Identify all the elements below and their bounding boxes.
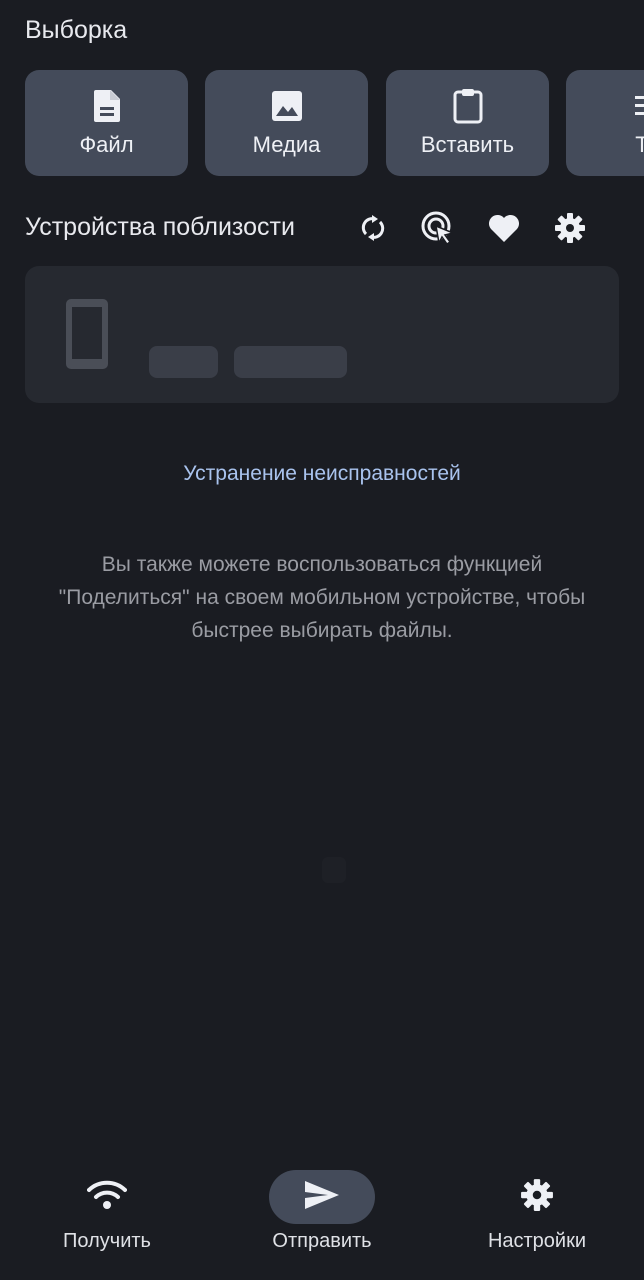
paste-button[interactable]: Вставить [386,70,549,176]
background-artifact [322,857,346,883]
nav-send[interactable]: Отправить [222,1170,422,1253]
device-placeholder-card [25,266,619,403]
gear-icon [554,212,586,249]
nearby-settings-button[interactable] [548,208,592,252]
send-icon [304,1180,340,1215]
skeleton-placeholder-long [234,346,347,378]
nav-receive[interactable]: Получить [7,1170,207,1253]
nav-settings-label: Настройки [487,1230,587,1252]
text-button[interactable]: Те [566,70,644,176]
phone-icon [66,299,108,369]
file-button[interactable]: Файл [25,70,188,176]
refresh-button[interactable] [351,208,395,252]
wifi-icon [87,1180,127,1215]
clipboard-icon [450,88,486,124]
refresh-icon [358,213,388,248]
text-icon [630,88,644,124]
favorites-button[interactable] [482,208,526,252]
target-click-icon [421,211,456,250]
image-icon [269,88,305,124]
nav-receive-icon-wrap [54,1170,160,1224]
skeleton-placeholder-short [149,346,218,378]
nav-send-label: Отправить [272,1230,372,1252]
share-hint-text: Вы также можете воспользоваться функцией… [58,553,586,642]
nav-settings-icon-wrap [484,1170,590,1224]
file-icon [89,88,125,124]
nav-send-icon-wrap [269,1170,375,1224]
text-button-label: Те [635,132,644,157]
gear-icon [520,1178,554,1217]
media-button-label: Медиа [252,132,321,157]
nav-receive-label: Получить [63,1230,151,1252]
selection-buttons-row: Файл Медиа Вставить Те [25,70,644,178]
selection-title: Выборка [25,16,128,44]
nearby-devices-title: Устройства поблизости [25,213,295,241]
manual-target-button[interactable] [416,208,460,252]
heart-icon [487,213,521,248]
paste-button-label: Вставить [420,132,515,157]
nav-settings[interactable]: Настройки [437,1170,637,1253]
file-button-label: Файл [79,132,134,157]
troubleshooting-link[interactable]: Устранение неисправностей [0,462,644,486]
media-button[interactable]: Медиа [205,70,368,176]
